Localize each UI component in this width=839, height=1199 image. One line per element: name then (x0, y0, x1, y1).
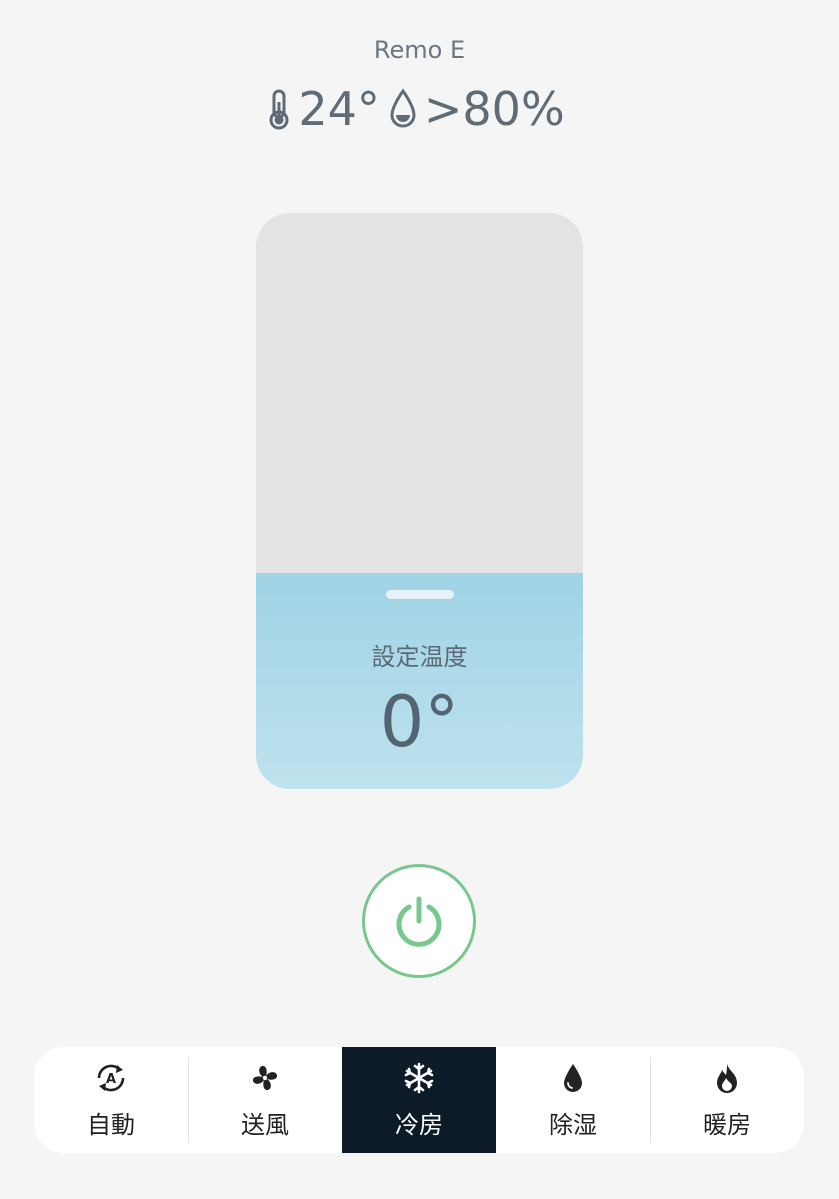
mode-selector: A 自動 送風 冷房 除湿 暖房 (34, 1047, 804, 1153)
mode-label: 冷房 (395, 1110, 443, 1139)
humidity-icon (388, 88, 418, 130)
room-humidity: >80% (423, 82, 565, 136)
mode-heat[interactable]: 暖房 (650, 1047, 804, 1153)
temperature-slider[interactable]: 設定温度 0° (256, 213, 583, 789)
mode-label: 暖房 (703, 1110, 751, 1139)
thermometer-icon (266, 88, 292, 130)
mode-label: 送風 (241, 1110, 289, 1139)
set-temperature-label: 設定温度 (371, 643, 468, 671)
set-temperature-value: 0° (379, 681, 460, 763)
device-name: Remo E (373, 36, 466, 64)
sensor-readings: 24° >80% (0, 82, 839, 136)
mode-label: 自動 (87, 1110, 135, 1139)
slider-handle[interactable] (385, 590, 454, 599)
flame-icon (714, 1061, 740, 1095)
mode-fan[interactable]: 送風 (188, 1047, 342, 1153)
mode-dry[interactable]: 除湿 (496, 1047, 650, 1153)
room-temperature: 24° (298, 82, 380, 136)
mode-auto[interactable]: A 自動 (34, 1047, 188, 1153)
fan-icon (249, 1061, 281, 1095)
power-button[interactable] (362, 864, 476, 978)
auto-icon: A (93, 1061, 129, 1095)
snowflake-icon (403, 1061, 435, 1095)
power-icon (396, 896, 442, 947)
mode-label: 除湿 (549, 1110, 597, 1139)
droplet-icon (561, 1061, 585, 1095)
mode-cool[interactable]: 冷房 (342, 1047, 496, 1153)
svg-text:A: A (106, 1072, 116, 1087)
